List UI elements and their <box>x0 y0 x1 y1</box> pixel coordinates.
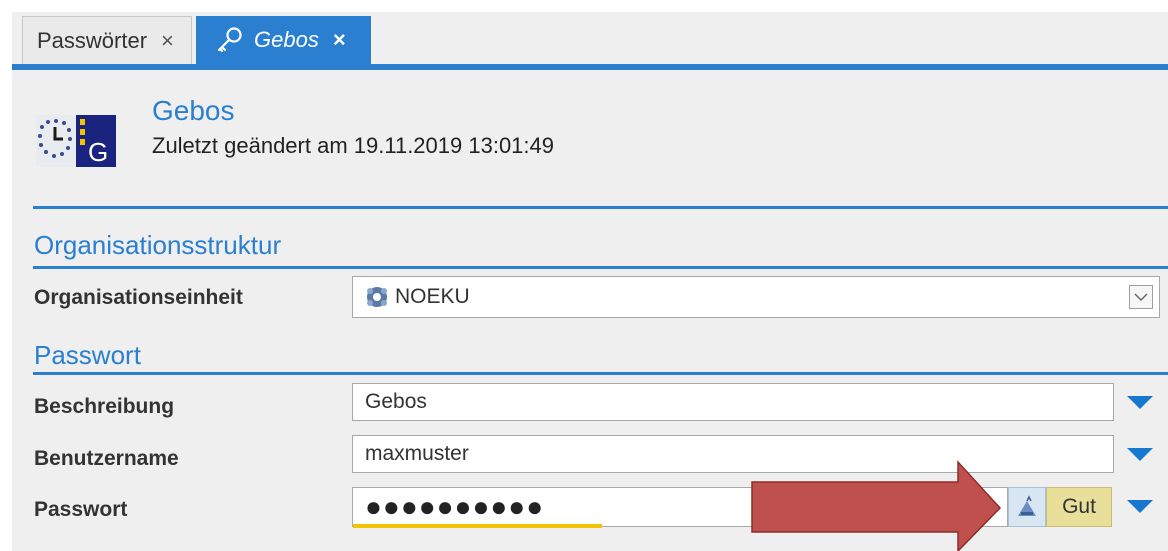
tab-passwoerter[interactable]: Passwörter × <box>22 16 192 64</box>
description-label: Beschreibung <box>34 395 175 418</box>
key-icon <box>217 27 242 53</box>
username-options-icon[interactable] <box>1127 448 1153 461</box>
password-label: Passwort <box>34 498 128 521</box>
password-generator-icon <box>1018 495 1036 516</box>
username-value: maxmuster <box>365 442 469 465</box>
close-icon[interactable]: × <box>161 28 174 54</box>
org-unit-value: NOEKU <box>395 285 470 308</box>
section-organisationsstruktur: Organisationsstruktur <box>34 230 282 260</box>
tab-strip-underline <box>12 64 1168 70</box>
section-divider <box>33 372 1168 375</box>
last-modified-text: Zuletzt geändert am 19.11.2019 13:01:49 <box>152 133 554 158</box>
password-strength-bar <box>353 524 602 528</box>
chevron-down-icon[interactable] <box>1129 285 1153 309</box>
username-input[interactable]: maxmuster <box>352 435 1114 473</box>
password-value: ●●●●●●●●●● <box>365 491 545 522</box>
header-divider <box>33 206 1168 209</box>
section-divider <box>33 266 1168 269</box>
description-value: Gebos <box>365 390 427 413</box>
password-strength-badge: Gut <box>1046 487 1112 527</box>
username-label: Benutzername <box>34 447 179 470</box>
close-icon[interactable]: × <box>333 27 346 53</box>
password-options-icon[interactable] <box>1127 500 1153 513</box>
password-input[interactable]: ●●●●●●●●●● <box>352 487 1008 528</box>
page-title: Gebos <box>152 95 235 126</box>
tab-label: Passwörter <box>37 27 148 53</box>
org-unit-select[interactable]: NOEKU <box>352 276 1160 318</box>
tab-gebos[interactable]: Gebos × <box>196 16 371 64</box>
description-options-icon[interactable] <box>1127 396 1153 409</box>
tab-label: Gebos <box>254 27 319 52</box>
generate-password-button[interactable] <box>1008 487 1046 527</box>
svg-text:G: G <box>88 137 108 167</box>
organisation-unit-icon <box>367 287 387 307</box>
gebos-logo-icon: G <box>36 115 116 167</box>
org-unit-label: Organisationseinheit <box>34 286 243 309</box>
description-input[interactable]: Gebos <box>352 383 1114 421</box>
section-passwort: Passwort <box>34 340 141 370</box>
